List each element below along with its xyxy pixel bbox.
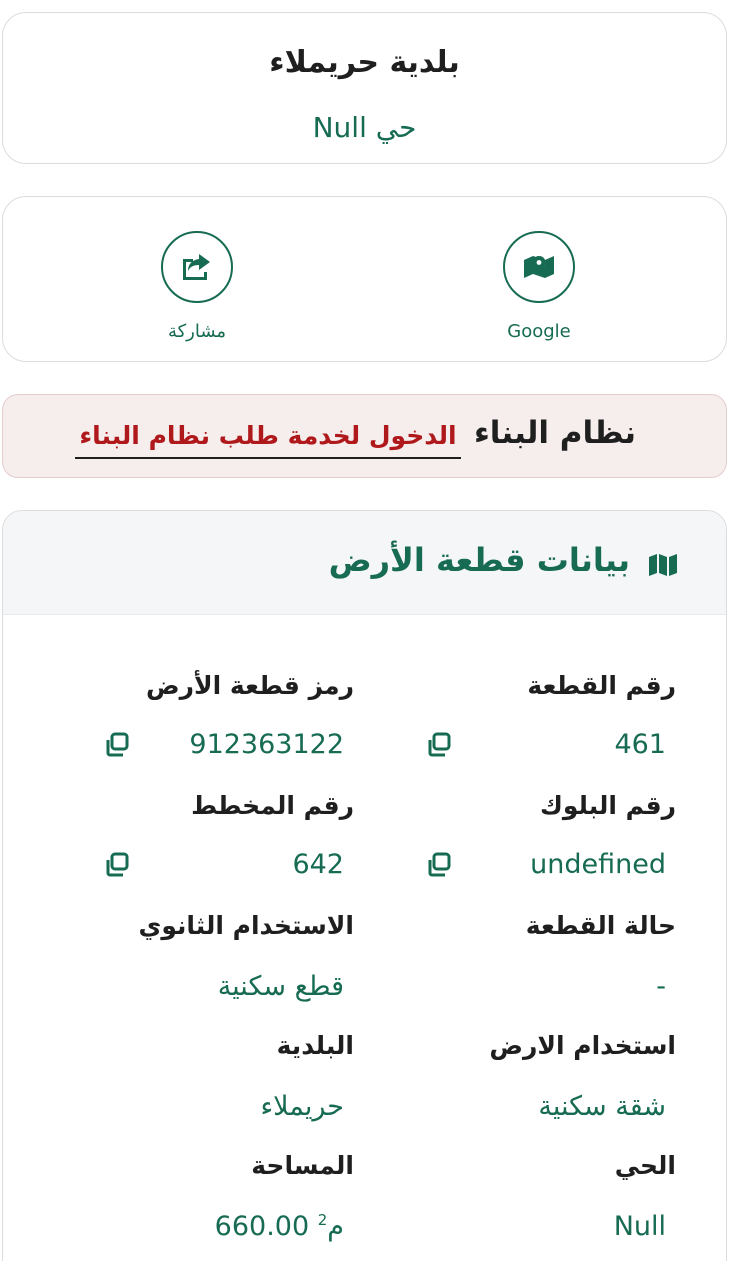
municipality-title: بلدية حريملاء bbox=[269, 45, 460, 80]
copy-block-number-icon[interactable] bbox=[425, 851, 453, 879]
copy-plot-code-icon[interactable] bbox=[103, 731, 131, 759]
copy-plan-number-icon[interactable] bbox=[103, 851, 131, 879]
district-value: Null bbox=[613, 1211, 666, 1242]
share-icon-circle[interactable] bbox=[161, 231, 233, 303]
secondary-use-value: قطع سكنية bbox=[217, 971, 344, 1002]
block-number-value: undefined bbox=[530, 849, 666, 880]
google-maps-button[interactable]: Google bbox=[469, 231, 609, 342]
plot-status-label: حالة القطعة bbox=[525, 911, 676, 940]
municipality-card: بلدية حريملاء حي Null bbox=[2, 12, 727, 164]
plan-number-label: رقم المخطط bbox=[191, 791, 354, 820]
map-marker-icon bbox=[524, 256, 554, 278]
area-unit-superscript: 2 bbox=[317, 1211, 328, 1229]
municipality-label: البلدية bbox=[276, 1031, 354, 1060]
land-use-label: استخدام الارض bbox=[489, 1031, 676, 1060]
map-icon bbox=[649, 554, 677, 576]
area-value: 660.00 م2 bbox=[215, 1211, 344, 1242]
area-label: المساحة bbox=[251, 1151, 354, 1180]
share-button[interactable]: مشاركة bbox=[127, 231, 267, 342]
actions-card: مشاركة Google bbox=[2, 196, 727, 362]
land-data-title: بيانات قطعة الأرض bbox=[328, 541, 630, 579]
google-label: Google bbox=[507, 321, 571, 342]
secondary-use-label: الاستخدام الثانوي bbox=[138, 911, 354, 940]
land-data-header: بيانات قطعة الأرض bbox=[3, 511, 726, 615]
land-data-card: بيانات قطعة الأرض رقم القطعة رمز قطعة ال… bbox=[2, 510, 727, 1261]
copy-plot-number-icon[interactable] bbox=[425, 731, 453, 759]
building-system-title: نظام البناء bbox=[473, 415, 636, 451]
plot-number-label: رقم القطعة bbox=[527, 671, 676, 700]
share-label: مشاركة bbox=[167, 321, 227, 342]
district-name: حي Null bbox=[312, 111, 417, 144]
building-system-link[interactable]: الدخول لخدمة طلب نظام البناء bbox=[75, 419, 461, 459]
land-use-value: شقة سكنية bbox=[538, 1091, 666, 1122]
plot-number-value: 461 bbox=[614, 729, 666, 760]
municipality-value: حريملاء bbox=[260, 1091, 344, 1122]
share-icon bbox=[183, 254, 210, 280]
plot-code-label: رمز قطعة الأرض bbox=[145, 671, 354, 700]
plot-code-value: 912363122 bbox=[189, 729, 344, 760]
plot-status-value: - bbox=[656, 971, 666, 1002]
map-icon-circle[interactable] bbox=[503, 231, 575, 303]
building-system-card: نظام البناء الدخول لخدمة طلب نظام البناء bbox=[2, 394, 727, 478]
block-number-label: رقم البلوك bbox=[539, 791, 676, 820]
district-label: الحي bbox=[614, 1151, 676, 1180]
plan-number-value: 642 bbox=[292, 849, 344, 880]
